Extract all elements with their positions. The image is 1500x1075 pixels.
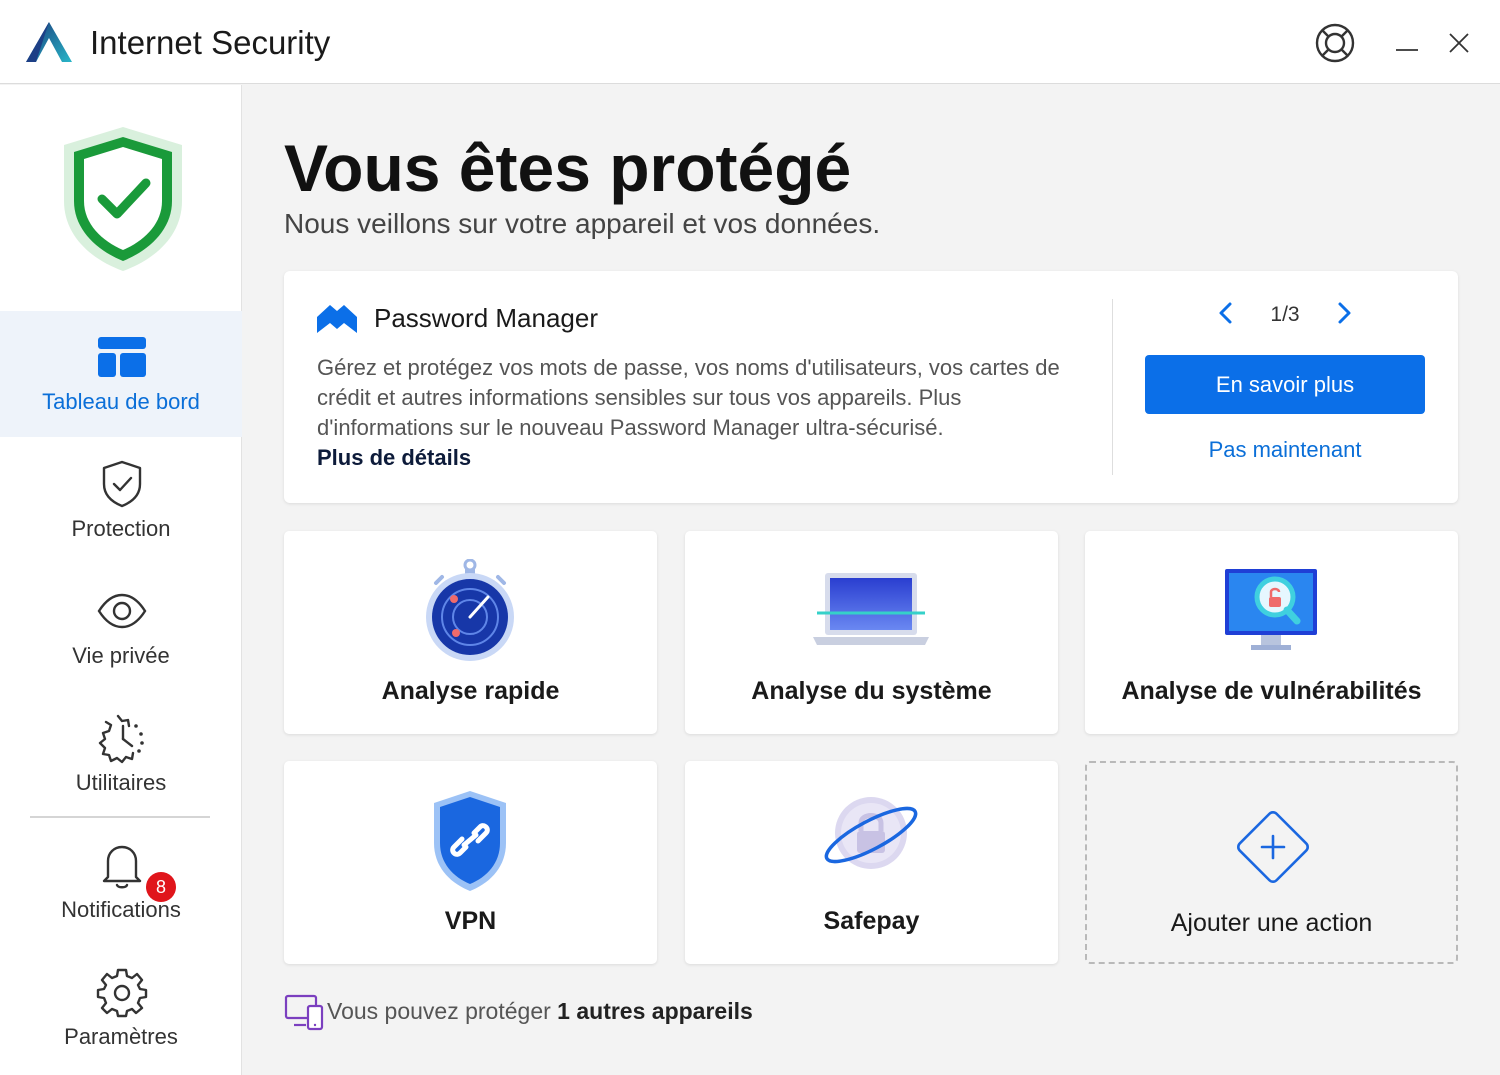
chevron-right-icon[interactable] <box>1330 299 1358 327</box>
vpn-icon <box>434 791 506 891</box>
shield-icon <box>102 460 142 508</box>
dashboard-icon <box>98 337 146 377</box>
bell-icon <box>102 845 142 889</box>
chevron-left-icon[interactable] <box>1212 299 1240 327</box>
promo-title: Password Manager <box>374 303 598 333</box>
page-subtitle: Nous veillons sur votre appareil et vos … <box>284 208 881 239</box>
sidebar-item-protection[interactable]: Protection <box>0 438 242 564</box>
eye-icon <box>97 593 147 629</box>
sidebar-item-label: Notifications <box>61 897 181 922</box>
utilities-icon <box>98 714 144 764</box>
pager-indicator: 1/3 <box>1270 303 1300 326</box>
sidebar-divider <box>30 816 210 818</box>
action-tile-safepay[interactable]: Safepay <box>685 761 1058 964</box>
tile-label: Ajouter une action <box>1170 909 1373 937</box>
footer-text: Vous pouvez protéger 1 autres appareils <box>327 998 753 1025</box>
minimize-icon[interactable] <box>1392 26 1422 56</box>
tile-label: Analyse de vulnérabilités <box>1121 677 1422 705</box>
sidebar-item-label: Paramètres <box>64 1024 178 1049</box>
gear-icon <box>96 968 148 1018</box>
action-tile-system-scan[interactable]: Analyse du système <box>685 531 1058 734</box>
sidebar-item-utilities[interactable]: Utilitaires <box>0 692 242 818</box>
details-link[interactable]: Plus de détails <box>317 445 471 471</box>
devices-icon <box>284 994 324 1031</box>
footer-text-prefix: Vous pouvez protéger <box>327 998 558 1024</box>
sidebar-item-label: Tableau de bord <box>42 389 200 414</box>
tile-label: Analyse rapide <box>381 677 560 705</box>
tile-label: Analyse du système <box>751 677 992 705</box>
action-tile-vulnerability-scan[interactable]: Analyse de vulnérabilités <box>1085 531 1458 734</box>
shield-check-icon <box>64 127 182 271</box>
action-tile-quick-scan[interactable]: Analyse rapide <box>284 531 657 734</box>
sidebar: Tableau de bord Protection Vie privée Ut… <box>0 85 242 1075</box>
add-action-tile[interactable]: Ajouter une action <box>1085 761 1458 964</box>
promo-separator <box>1112 299 1113 475</box>
help-icon[interactable] <box>1314 22 1356 64</box>
system-scan-icon <box>813 573 929 645</box>
password-manager-icon <box>317 305 357 333</box>
tile-label: VPN <box>444 907 497 935</box>
sidebar-item-label: Protection <box>71 516 171 541</box>
sidebar-item-notifications[interactable]: 8 Notifications <box>0 819 242 945</box>
app-title: Internet Security <box>90 24 331 61</box>
tile-label: Safepay <box>823 907 920 935</box>
safepay-icon <box>824 797 918 869</box>
vulnerability-scan-icon <box>1225 569 1317 650</box>
sidebar-item-settings[interactable]: Paramètres <box>0 946 242 1072</box>
promo-description: Gérez et protégez vos mots de passe, vos… <box>317 355 1060 440</box>
sidebar-item-dashboard[interactable]: Tableau de bord <box>0 311 242 437</box>
footer-text-count: 1 autres appareils <box>557 998 753 1024</box>
add-action-icon <box>1237 811 1309 883</box>
quick-scan-icon <box>426 559 514 661</box>
app-logo-icon <box>26 22 72 62</box>
sidebar-item-privacy[interactable]: Vie privée <box>0 565 242 691</box>
action-tile-vpn[interactable]: VPN <box>284 761 657 964</box>
promo-card: Password Manager Gérez et protégez vos m… <box>284 271 1458 503</box>
title-bar: Internet Security <box>0 0 1500 84</box>
close-icon[interactable] <box>1444 28 1474 58</box>
learn-more-button[interactable]: En savoir plus <box>1145 355 1425 414</box>
sidebar-item-label: Vie privée <box>72 643 170 668</box>
page-title: Vous êtes protégé <box>284 131 852 205</box>
not-now-button[interactable]: Pas maintenant <box>1145 437 1425 463</box>
sidebar-item-label: Utilitaires <box>75 770 167 795</box>
